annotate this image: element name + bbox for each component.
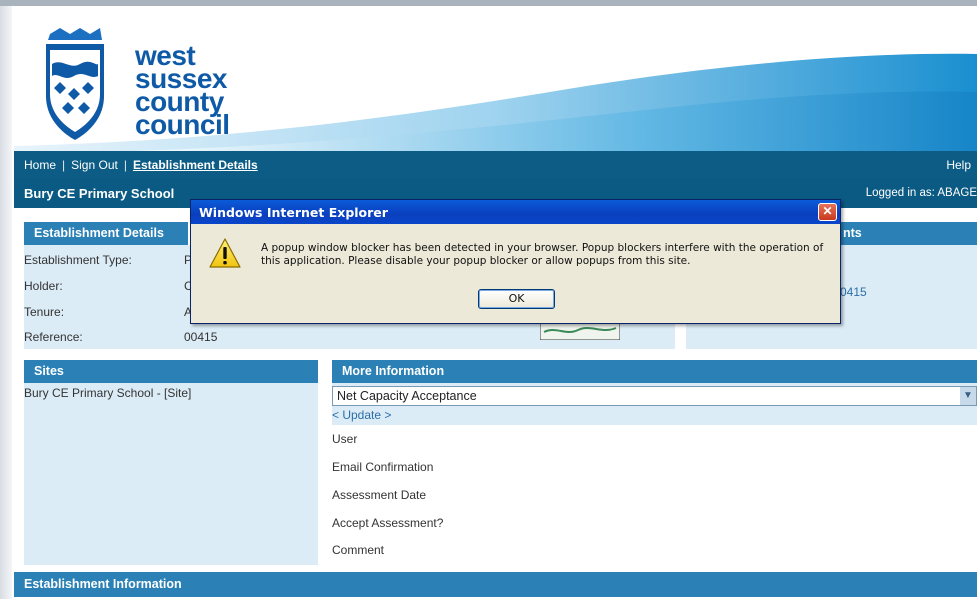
right-panel-link[interactable]: 0415 bbox=[840, 285, 867, 299]
assessment-date-label: Assessment Date bbox=[332, 488, 427, 502]
nav-sign-out-link[interactable]: Sign Out bbox=[71, 158, 118, 172]
right-panel-heading-text: nts bbox=[843, 226, 862, 240]
ok-button[interactable]: OK bbox=[478, 289, 555, 309]
establishment-type-label: Establishment Type: bbox=[24, 253, 132, 267]
dialog-titlebar[interactable]: Windows Internet Explorer ✕ bbox=[191, 200, 840, 224]
more-information-heading: More Information bbox=[332, 360, 977, 383]
browser-top-edge bbox=[0, 0, 977, 6]
browser-viewport: west sussex county council Home | Sign Out… bbox=[0, 0, 977, 599]
logged-in-user: Logged in as: ABAGE bbox=[865, 187, 977, 199]
school-name: Bury CE Primary School bbox=[24, 186, 175, 201]
chevron-down-icon[interactable]: ▼ bbox=[960, 387, 976, 405]
select-value: Net Capacity Acceptance bbox=[337, 389, 477, 403]
dialog-title: Windows Internet Explorer bbox=[199, 205, 388, 220]
top-nav-bar: Home | Sign Out | Establishment Details Help bbox=[14, 151, 977, 178]
nav-establishment-details-link[interactable]: Establishment Details bbox=[133, 158, 258, 172]
council-wordmark: west sussex county council bbox=[135, 42, 230, 140]
site-list-item[interactable]: Bury CE Primary School - [Site] bbox=[24, 386, 191, 400]
holder-label: Holder: bbox=[24, 279, 63, 293]
close-icon[interactable]: ✕ bbox=[818, 203, 837, 221]
popup-blocker-dialog: Windows Internet Explorer ✕ A popup wind… bbox=[190, 199, 841, 324]
reference-label: Reference: bbox=[24, 330, 83, 344]
sites-panel bbox=[24, 383, 318, 565]
warning-icon bbox=[209, 238, 241, 268]
comment-label: Comment bbox=[332, 543, 385, 557]
reference-value: 00415 bbox=[184, 330, 218, 344]
council-crest-icon bbox=[46, 28, 104, 140]
site-header: west sussex county council bbox=[14, 8, 977, 151]
nav-separator: | bbox=[62, 158, 66, 172]
update-link[interactable]: < Update > bbox=[332, 408, 391, 422]
dialog-message: A popup window blocker has been detected… bbox=[261, 242, 824, 267]
email-confirmation-label: Email Confirmation bbox=[332, 460, 434, 474]
accept-assessment-label: Accept Assessment? bbox=[332, 516, 444, 530]
sites-heading: Sites bbox=[24, 360, 318, 383]
establishment-details-heading: Establishment Details bbox=[24, 222, 188, 245]
establishment-information-heading: Establishment Information bbox=[14, 572, 977, 597]
logo-line-4: council bbox=[135, 109, 230, 140]
browser-left-edge bbox=[0, 6, 12, 599]
information-type-select[interactable]: Net Capacity Acceptance ▼ bbox=[332, 386, 977, 406]
tenure-label: Tenure: bbox=[24, 305, 65, 319]
council-logo[interactable]: west sussex county council bbox=[40, 24, 230, 144]
nav-home-link[interactable]: Home bbox=[24, 158, 56, 172]
user-label: User bbox=[332, 432, 358, 446]
nav-separator: | bbox=[123, 158, 127, 172]
nav-links: Home | Sign Out | Establishment Details bbox=[24, 158, 258, 172]
nav-help-link[interactable]: Help bbox=[946, 158, 971, 172]
